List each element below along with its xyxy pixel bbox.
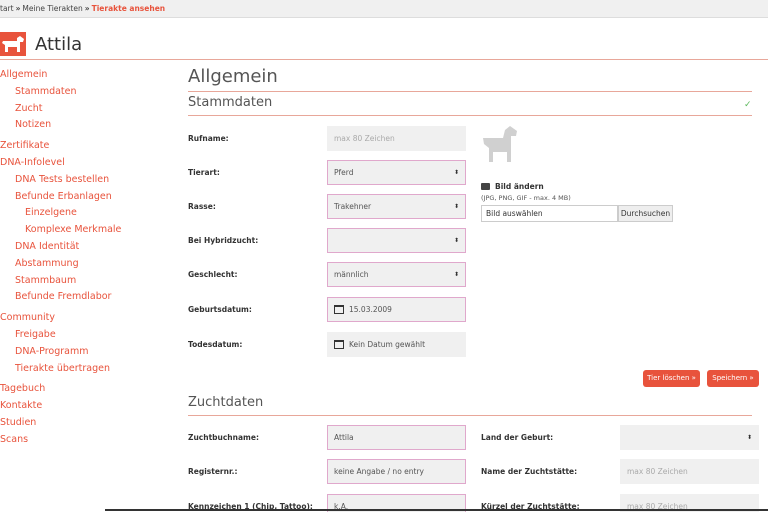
select-arrows-icon: ⬍ <box>453 169 459 176</box>
calendar-icon <box>334 304 344 314</box>
delete-animal-button[interactable]: Tier löschen » <box>643 370 700 387</box>
breadcrumb-separator: » <box>15 4 21 13</box>
sidebar-item-allgemein[interactable]: Allgemein <box>0 67 150 84</box>
photo-file-input[interactable]: Bild auswählen <box>481 205 618 222</box>
sidebar-item-freigabe[interactable]: Freigabe <box>0 327 150 344</box>
sidebar-item-dna-identitaet[interactable]: DNA Identität <box>0 239 150 256</box>
registernr-label: Registernr.: <box>188 467 238 476</box>
sidebar-item-zertifikate[interactable]: Zertifikate <box>0 138 150 155</box>
animal-name: Attila <box>35 34 83 55</box>
window-bottom-edge <box>105 509 768 511</box>
registernr-field[interactable]: keine Angabe / no entry <box>327 459 466 484</box>
geschlecht-select[interactable]: männlich ⬍ <box>327 262 466 287</box>
breadcrumb-current: Tierakte ansehen <box>91 4 166 13</box>
zuchtbuchname-field[interactable]: Attila <box>327 425 466 450</box>
tierart-select[interactable]: Pferd ⬍ <box>327 160 466 185</box>
camera-icon <box>481 182 490 190</box>
sidebar-item-notizen[interactable]: Notizen <box>0 117 150 134</box>
sidebar-item-stammbaum[interactable]: Stammbaum <box>0 273 150 290</box>
horse-icon <box>0 32 26 56</box>
rasse-label: Rasse: <box>188 202 216 211</box>
header-divider <box>0 59 768 60</box>
sidebar-item-dna-tests[interactable]: DNA Tests bestellen <box>0 172 150 189</box>
section-title-zuchtdaten: Zuchtdaten <box>188 395 264 410</box>
title-divider <box>188 91 752 92</box>
page-header: Attila <box>0 32 768 60</box>
land-select[interactable]: ⬍ <box>620 425 759 450</box>
sidebar-item-komplexe-merkmale[interactable]: Komplexe Merkmale <box>0 222 150 239</box>
rufname-placeholder: max 80 Zeichen <box>334 134 395 143</box>
select-arrows-icon: ⬍ <box>453 203 459 210</box>
sidebar-item-einzelgene[interactable]: Einzelgene <box>0 205 150 222</box>
select-arrows-icon: ⬍ <box>746 434 752 441</box>
section-title-stammdaten: Stammdaten <box>188 95 273 110</box>
sidebar-item-dna-infolevel[interactable]: DNA-Infolevel <box>0 155 150 172</box>
geschlecht-label: Geschlecht: <box>188 270 238 279</box>
tierart-value: Pferd <box>334 168 354 177</box>
rasse-value: Trakehner <box>334 202 372 211</box>
zuchtbuchname-value: Attila <box>334 433 354 442</box>
sidebar-item-tagebuch[interactable]: Tagebuch <box>0 381 150 398</box>
todesdatum-value: Kein Datum gewählt <box>349 340 426 349</box>
tierart-label: Tierart: <box>188 168 220 177</box>
zuchtstaette-field[interactable]: max 80 Zeichen <box>620 459 759 484</box>
rufname-label: Rufname: <box>188 134 229 143</box>
page-title: Allgemein <box>188 66 278 87</box>
geburtsdatum-field[interactable]: 15.03.2009 <box>327 297 466 322</box>
photo-format-hint: (JPG, PNG, GIF - max. 4 MB) <box>481 194 571 202</box>
select-arrows-icon: ⬍ <box>453 271 459 278</box>
sidebar-item-stammdaten[interactable]: Stammdaten <box>0 84 150 101</box>
sidebar-item-befunde-fremdlabor[interactable]: Befunde Fremdlabor <box>0 289 150 306</box>
save-button[interactable]: Speichern » <box>707 370 759 387</box>
land-label: Land der Geburt: <box>481 433 554 442</box>
change-photo-label: Bild ändern <box>495 182 544 191</box>
sidebar-item-community[interactable]: Community <box>0 310 150 327</box>
geburtsdatum-label: Geburtsdatum: <box>188 305 252 314</box>
zuchtbuchname-label: Zuchtbuchname: <box>188 433 259 442</box>
todesdatum-field[interactable]: Kein Datum gewählt <box>327 332 466 357</box>
sidebar-item-scans[interactable]: Scans <box>0 432 150 449</box>
change-photo-link[interactable]: Bild ändern <box>481 182 544 191</box>
section-divider <box>188 415 752 416</box>
geburtsdatum-value: 15.03.2009 <box>349 305 392 314</box>
geschlecht-value: männlich <box>334 270 369 279</box>
sidebar-item-studien[interactable]: Studien <box>0 415 150 432</box>
zuchtstaette-label: Name der Zuchtstätte: <box>481 467 578 476</box>
calendar-icon <box>334 339 344 349</box>
browse-button[interactable]: Durchsuchen <box>618 205 673 222</box>
section-divider <box>188 115 752 116</box>
breadcrumb-separator: » <box>84 4 90 13</box>
sidebar-item-abstammung[interactable]: Abstammung <box>0 256 150 273</box>
breadcrumb-item-tierakten[interactable]: Meine Tierakten <box>22 4 82 13</box>
sidebar-item-befunde-erbanlagen[interactable]: Befunde Erbanlagen <box>0 189 150 206</box>
zuchtstaette-placeholder: max 80 Zeichen <box>627 467 688 476</box>
rasse-select[interactable]: Trakehner ⬍ <box>327 194 466 219</box>
hybridzucht-label: Bei Hybridzucht: <box>188 236 259 245</box>
todesdatum-label: Todesdatum: <box>188 340 243 349</box>
sidebar-item-tierakte-uebertragen[interactable]: Tierakte übertragen <box>0 361 150 378</box>
select-arrows-icon: ⬍ <box>453 237 459 244</box>
sidebar-item-dna-programm[interactable]: DNA-Programm <box>0 344 150 361</box>
horse-placeholder-icon <box>481 124 521 170</box>
breadcrumb-item-start[interactable]: tart <box>0 4 14 13</box>
check-icon: ✓ <box>744 100 752 110</box>
breadcrumb: tart» Meine Tierakten» Tierakte ansehen <box>0 0 768 18</box>
sidebar-nav: Allgemein Stammdaten Zucht Notizen Zerti… <box>0 67 150 449</box>
sidebar-item-zucht[interactable]: Zucht <box>0 101 150 118</box>
hybridzucht-select[interactable]: ⬍ <box>327 228 466 253</box>
rufname-field[interactable]: max 80 Zeichen <box>327 126 466 151</box>
registernr-value: keine Angabe / no entry <box>334 467 424 476</box>
sidebar-item-kontakte[interactable]: Kontakte <box>0 398 150 415</box>
